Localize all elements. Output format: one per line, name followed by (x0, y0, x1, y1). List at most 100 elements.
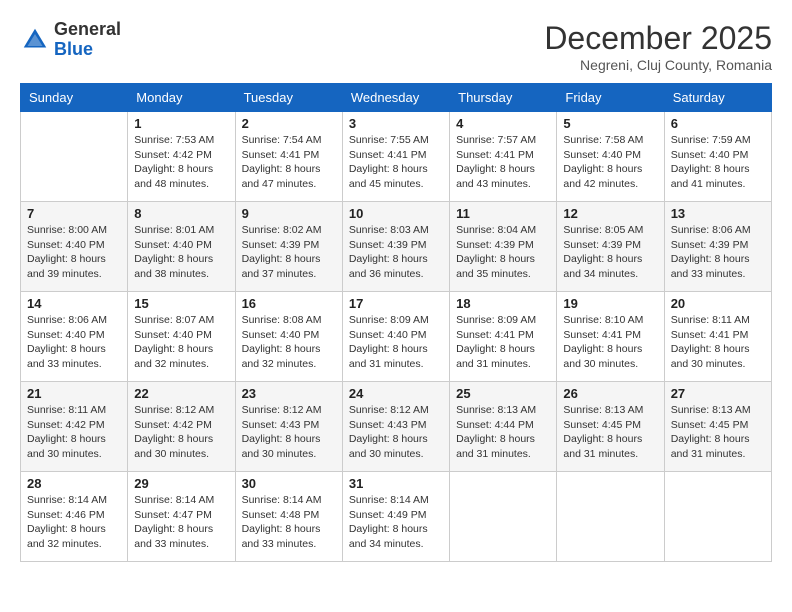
day-number: 19 (563, 296, 657, 311)
day-number: 3 (349, 116, 443, 131)
day-info: Sunrise: 8:03 AMSunset: 4:39 PMDaylight:… (349, 223, 443, 282)
calendar-week-row: 7 Sunrise: 8:00 AMSunset: 4:40 PMDaylight… (21, 202, 772, 292)
day-info: Sunrise: 8:06 AMSunset: 4:39 PMDaylight:… (671, 223, 765, 282)
calendar-cell: 6 Sunrise: 7:59 AMSunset: 4:40 PMDaylight… (664, 112, 771, 202)
day-number: 31 (349, 476, 443, 491)
month-title: December 2025 (544, 20, 772, 57)
day-number: 7 (27, 206, 121, 221)
calendar-cell: 12 Sunrise: 8:05 AMSunset: 4:39 PMDayligh… (557, 202, 664, 292)
day-number: 15 (134, 296, 228, 311)
calendar-cell: 25Sunrise: 8:13 AMSunset: 4:44 PMDayligh… (450, 382, 557, 472)
day-info: Sunrise: 8:06 AMSunset: 4:40 PMDaylight:… (27, 313, 121, 372)
calendar-cell: 14 Sunrise: 8:06 AMSunset: 4:40 PMDayligh… (21, 292, 128, 382)
calendar-week-row: 28 Sunrise: 8:14 AMSunset: 4:46 PMDayligh… (21, 472, 772, 562)
day-number: 18 (456, 296, 550, 311)
day-info: Sunrise: 8:12 AMSunset: 4:43 PMDaylight:… (242, 403, 336, 462)
day-info: Sunrise: 8:08 AMSunset: 4:40 PMDaylight:… (242, 313, 336, 372)
calendar-cell: 5Sunrise: 7:58 AMSunset: 4:40 PMDaylight… (557, 112, 664, 202)
calendar-cell: 8 Sunrise: 8:01 AMSunset: 4:40 PMDaylight… (128, 202, 235, 292)
day-info: Sunrise: 8:14 AMSunset: 4:46 PMDaylight:… (27, 493, 121, 552)
day-info: Sunrise: 8:00 AMSunset: 4:40 PMDaylight:… (27, 223, 121, 282)
day-info: Sunrise: 8:14 AMSunset: 4:47 PMDaylight:… (134, 493, 228, 552)
calendar-cell: 26Sunrise: 8:13 AMSunset: 4:45 PMDayligh… (557, 382, 664, 472)
calendar-cell: 9 Sunrise: 8:02 AMSunset: 4:39 PMDaylight… (235, 202, 342, 292)
day-info: Sunrise: 8:02 AMSunset: 4:39 PMDaylight:… (242, 223, 336, 282)
day-info: Sunrise: 8:11 AMSunset: 4:42 PMDaylight:… (27, 403, 121, 462)
calendar-cell: 15 Sunrise: 8:07 AMSunset: 4:40 PMDayligh… (128, 292, 235, 382)
day-number: 13 (671, 206, 765, 221)
day-info: Sunrise: 7:59 AMSunset: 4:40 PMDaylight:… (671, 133, 765, 192)
day-number: 1 (134, 116, 228, 131)
day-info: Sunrise: 8:11 AMSunset: 4:41 PMDaylight:… (671, 313, 765, 372)
calendar-cell: 1 Sunrise: 7:53 AMSunset: 4:42 PMDaylight… (128, 112, 235, 202)
day-info: Sunrise: 8:09 AMSunset: 4:41 PMDaylight:… (456, 313, 550, 372)
day-number: 2 (242, 116, 336, 131)
day-info: Sunrise: 8:12 AMSunset: 4:42 PMDaylight:… (134, 403, 228, 462)
day-number: 30 (242, 476, 336, 491)
calendar-cell (21, 112, 128, 202)
logo-text: General Blue (54, 20, 121, 60)
calendar-cell: 11 Sunrise: 8:04 AMSunset: 4:39 PMDayligh… (450, 202, 557, 292)
day-info: Sunrise: 8:05 AMSunset: 4:39 PMDaylight:… (563, 223, 657, 282)
day-number: 11 (456, 206, 550, 221)
day-info: Sunrise: 8:14 AMSunset: 4:49 PMDaylight:… (349, 493, 443, 552)
calendar-cell: 2 Sunrise: 7:54 AMSunset: 4:41 PMDaylight… (235, 112, 342, 202)
day-info: Sunrise: 8:07 AMSunset: 4:40 PMDaylight:… (134, 313, 228, 372)
day-number: 17 (349, 296, 443, 311)
location-subtitle: Negreni, Cluj County, Romania (544, 57, 772, 73)
calendar-week-row: 1 Sunrise: 7:53 AMSunset: 4:42 PMDaylight… (21, 112, 772, 202)
calendar-cell: 17 Sunrise: 8:09 AMSunset: 4:40 PMDayligh… (342, 292, 449, 382)
day-info: Sunrise: 8:13 AMSunset: 4:45 PMDaylight:… (671, 403, 765, 462)
calendar-cell: 4Sunrise: 7:57 AMSunset: 4:41 PMDaylight… (450, 112, 557, 202)
day-info: Sunrise: 7:55 AMSunset: 4:41 PMDaylight:… (349, 133, 443, 192)
day-number: 22 (134, 386, 228, 401)
calendar-cell: 24Sunrise: 8:12 AMSunset: 4:43 PMDayligh… (342, 382, 449, 472)
day-number: 28 (27, 476, 121, 491)
day-number: 20 (671, 296, 765, 311)
calendar-cell: 23Sunrise: 8:12 AMSunset: 4:43 PMDayligh… (235, 382, 342, 472)
day-info: Sunrise: 7:54 AMSunset: 4:41 PMDaylight:… (242, 133, 336, 192)
day-info: Sunrise: 8:01 AMSunset: 4:40 PMDaylight:… (134, 223, 228, 282)
day-info: Sunrise: 8:14 AMSunset: 4:48 PMDaylight:… (242, 493, 336, 552)
calendar-cell: 20 Sunrise: 8:11 AMSunset: 4:41 PMDayligh… (664, 292, 771, 382)
calendar-cell: 27 Sunrise: 8:13 AMSunset: 4:45 PMDayligh… (664, 382, 771, 472)
weekday-header: Thursday (450, 84, 557, 112)
day-number: 14 (27, 296, 121, 311)
day-info: Sunrise: 8:13 AMSunset: 4:44 PMDaylight:… (456, 403, 550, 462)
calendar-cell: 31 Sunrise: 8:14 AMSunset: 4:49 PMDayligh… (342, 472, 449, 562)
weekday-header: Monday (128, 84, 235, 112)
calendar-cell: 21 Sunrise: 8:11 AMSunset: 4:42 PMDayligh… (21, 382, 128, 472)
calendar-cell: 29 Sunrise: 8:14 AMSunset: 4:47 PMDayligh… (128, 472, 235, 562)
day-number: 27 (671, 386, 765, 401)
calendar-cell (557, 472, 664, 562)
weekday-header-row: SundayMondayTuesdayWednesdayThursdayFrid… (21, 84, 772, 112)
day-info: Sunrise: 8:04 AMSunset: 4:39 PMDaylight:… (456, 223, 550, 282)
day-number: 29 (134, 476, 228, 491)
day-number: 16 (242, 296, 336, 311)
weekday-header: Friday (557, 84, 664, 112)
day-number: 9 (242, 206, 336, 221)
day-info: Sunrise: 7:57 AMSunset: 4:41 PMDaylight:… (456, 133, 550, 192)
day-number: 6 (671, 116, 765, 131)
calendar-cell: 22 Sunrise: 8:12 AMSunset: 4:42 PMDayligh… (128, 382, 235, 472)
calendar-week-row: 21 Sunrise: 8:11 AMSunset: 4:42 PMDayligh… (21, 382, 772, 472)
logo: General Blue (20, 20, 121, 60)
day-info: Sunrise: 7:53 AMSunset: 4:42 PMDaylight:… (134, 133, 228, 192)
page-header: General Blue December 2025 Negreni, Cluj… (20, 20, 772, 73)
title-section: December 2025 Negreni, Cluj County, Roma… (544, 20, 772, 73)
weekday-header: Sunday (21, 84, 128, 112)
day-number: 26 (563, 386, 657, 401)
day-number: 21 (27, 386, 121, 401)
day-number: 12 (563, 206, 657, 221)
day-number: 8 (134, 206, 228, 221)
calendar-cell: 28 Sunrise: 8:14 AMSunset: 4:46 PMDayligh… (21, 472, 128, 562)
calendar-cell: 18 Sunrise: 8:09 AMSunset: 4:41 PMDayligh… (450, 292, 557, 382)
calendar-cell: 19 Sunrise: 8:10 AMSunset: 4:41 PMDayligh… (557, 292, 664, 382)
calendar-cell: 16 Sunrise: 8:08 AMSunset: 4:40 PMDayligh… (235, 292, 342, 382)
day-number: 24 (349, 386, 443, 401)
calendar-cell (450, 472, 557, 562)
day-info: Sunrise: 8:09 AMSunset: 4:40 PMDaylight:… (349, 313, 443, 372)
day-info: Sunrise: 8:10 AMSunset: 4:41 PMDaylight:… (563, 313, 657, 372)
calendar-cell: 30 Sunrise: 8:14 AMSunset: 4:48 PMDayligh… (235, 472, 342, 562)
weekday-header: Wednesday (342, 84, 449, 112)
